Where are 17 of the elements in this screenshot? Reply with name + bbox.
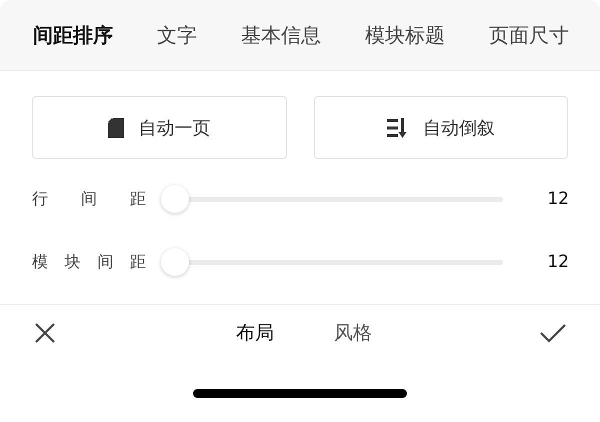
slider-value: 12 (546, 189, 569, 209)
action-button[interactable]: 自动一页 (32, 96, 286, 159)
sort-descending-icon (386, 118, 409, 138)
slider-label: 模块间距 (32, 252, 146, 272)
tab[interactable]: 文字 (157, 22, 197, 48)
slider-label: 行间距 (32, 188, 146, 210)
tab[interactable]: 布局 (236, 320, 274, 346)
tab[interactable]: 风格 (334, 320, 372, 346)
action-button[interactable]: 自动倒叙 (314, 96, 568, 159)
tab[interactable]: 模块标题 (365, 22, 445, 48)
tab[interactable]: 页面尺寸 (489, 22, 569, 48)
slider-value: 12 (546, 252, 569, 272)
document-icon (108, 118, 124, 138)
tab[interactable]: 基本信息 (241, 22, 321, 48)
check-icon[interactable] (540, 323, 566, 343)
tab[interactable]: 间距排序 (33, 22, 113, 48)
close-icon[interactable] (34, 322, 56, 344)
